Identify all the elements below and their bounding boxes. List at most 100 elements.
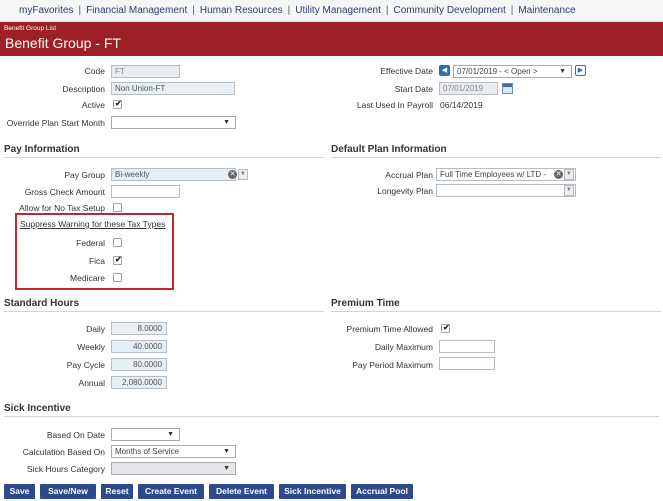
divider: [331, 157, 661, 158]
calculation-based-on-value: Months of Service: [115, 447, 180, 456]
calendar-icon[interactable]: [502, 83, 513, 94]
pay-group-label: Pay Group: [64, 170, 105, 180]
medicare-label: Medicare: [70, 273, 105, 283]
annual-label: Annual: [78, 378, 105, 388]
nav-separator: |: [385, 5, 389, 16]
checkmark-icon: ✔: [115, 255, 122, 264]
page-title: Benefit Group - FT: [5, 35, 121, 51]
gross-check-label: Gross Check Amount: [24, 187, 105, 197]
next-arrow-icon[interactable]: ▶: [575, 65, 586, 76]
based-on-date-select[interactable]: ▼: [111, 428, 180, 441]
active-checkbox[interactable]: ✔: [113, 99, 122, 109]
active-label: Active: [81, 100, 105, 110]
based-on-date-label: Based On Date: [46, 430, 105, 440]
premium-time-allowed-checkbox[interactable]: ✔: [441, 323, 450, 333]
daily-maximum-field[interactable]: [439, 340, 495, 353]
chevron-down-icon: ▼: [223, 119, 230, 126]
previous-arrow-icon[interactable]: ◀: [439, 65, 450, 76]
save-new-button[interactable]: Save/New: [40, 484, 96, 499]
nav-separator: |: [78, 5, 82, 16]
accrual-pool-button[interactable]: Accrual Pool: [351, 484, 413, 499]
daily-maximum-label: Daily Maximum: [374, 342, 433, 352]
nav-human-resources[interactable]: Human Resources: [200, 5, 283, 16]
chevron-down-icon[interactable]: ▼: [564, 169, 574, 180]
chevron-down-icon: ▼: [167, 431, 174, 438]
divider: [331, 311, 661, 312]
start-date-label: Start Date: [394, 84, 433, 94]
sick-incentive-button[interactable]: Sick Incentive: [279, 484, 346, 499]
federal-checkbox[interactable]: [113, 238, 122, 247]
delete-event-button[interactable]: Delete Event: [209, 484, 274, 499]
sick-hours-category-select[interactable]: ▼: [111, 462, 236, 475]
pay-group-field[interactable]: Bi-weekly: [111, 168, 236, 181]
premium-time-heading: Premium Time: [331, 298, 400, 309]
nav-maintenance[interactable]: Maintenance: [518, 5, 575, 16]
nav-separator: |: [287, 5, 291, 16]
last-used-value: 06/14/2019: [440, 100, 483, 110]
effective-date-value: 07/01/2019 - < Open >: [457, 67, 538, 76]
gross-check-field[interactable]: [111, 185, 180, 198]
pay-period-maximum-field[interactable]: [439, 357, 495, 370]
start-date-field[interactable]: 07/01/2019: [439, 82, 498, 95]
pay-information-heading: Pay Information: [4, 144, 80, 155]
default-plan-heading: Default Plan Information: [331, 144, 447, 155]
top-navigation: myFavorites | Financial Management | Human R…: [0, 0, 663, 22]
premium-time-allowed-label: Premium Time Allowed: [346, 324, 433, 334]
standard-hours-heading: Standard Hours: [4, 298, 80, 309]
clear-icon[interactable]: ✕: [554, 170, 563, 179]
nav-community-development[interactable]: Community Development: [393, 5, 505, 16]
chevron-down-icon[interactable]: ▼: [238, 169, 248, 180]
longevity-plan-label: Longevity Plan: [377, 186, 433, 196]
reset-button[interactable]: Reset: [101, 484, 133, 499]
no-tax-setup-label: Allow for No Tax Setup: [19, 203, 105, 213]
calculation-based-on-select[interactable]: Months of Service ▼: [111, 445, 236, 458]
weekly-hours-field[interactable]: 40.0000: [111, 340, 167, 353]
save-button[interactable]: Save: [4, 484, 35, 499]
description-label: Description: [62, 84, 105, 94]
pay-period-maximum-label: Pay Period Maximum: [352, 360, 433, 370]
code-label: Code: [84, 66, 105, 76]
federal-label: Federal: [76, 238, 105, 248]
checkmark-icon: ✔: [443, 323, 450, 332]
sick-incentive-heading: Sick Incentive: [4, 403, 71, 414]
effective-date-select[interactable]: 07/01/2019 - < Open > ▼: [453, 65, 572, 78]
chevron-down-icon: ▼: [559, 68, 566, 75]
suppress-warning-heading: Suppress Warning for these Tax Types: [20, 219, 166, 229]
chevron-down-icon[interactable]: ▼: [564, 185, 574, 196]
checkmark-icon: ✔: [115, 99, 122, 108]
daily-label: Daily: [86, 324, 105, 334]
longevity-plan-field[interactable]: [436, 184, 576, 197]
medicare-checkbox[interactable]: [113, 273, 122, 282]
override-plan-start-select[interactable]: ▼: [111, 116, 236, 129]
create-event-button[interactable]: Create Event: [138, 484, 204, 499]
nav-financial-management[interactable]: Financial Management: [86, 5, 187, 16]
breadcrumb[interactable]: Benefit Group List: [4, 25, 56, 32]
no-tax-setup-checkbox[interactable]: [113, 203, 122, 212]
fica-checkbox[interactable]: ✔: [113, 255, 122, 265]
description-field[interactable]: Non Union-FT: [111, 82, 235, 95]
accrual-plan-label: Accrual Plan: [385, 170, 433, 180]
weekly-label: Weekly: [77, 342, 105, 352]
chevron-down-icon: ▼: [223, 448, 230, 455]
last-used-label: Last Used In Payroll: [356, 100, 433, 110]
nav-utility-management[interactable]: Utility Management: [295, 5, 381, 16]
pay-cycle-hours-field[interactable]: 80.0000: [111, 358, 167, 371]
divider: [4, 157, 324, 158]
calculation-based-on-label: Calculation Based On: [22, 447, 105, 457]
fica-label: Fica: [88, 256, 105, 266]
divider: [4, 311, 324, 312]
annual-hours-field[interactable]: 2,080.0000: [111, 376, 167, 389]
override-plan-start-label: Override Plan Start Month: [6, 118, 105, 128]
effective-date-label: Effective Date: [380, 66, 433, 76]
nav-items: myFavorites | Financial Management | Human R…: [19, 5, 576, 16]
divider: [4, 416, 659, 417]
nav-my-favorites[interactable]: myFavorites: [19, 5, 73, 16]
code-field[interactable]: FT: [111, 65, 180, 78]
nav-separator: |: [510, 5, 514, 16]
sick-hours-category-label: Sick Hours Category: [27, 464, 105, 474]
daily-hours-field[interactable]: 8.0000: [111, 322, 167, 335]
nav-separator: |: [192, 5, 195, 16]
pay-cycle-label: Pay Cycle: [66, 360, 105, 370]
chevron-down-icon: ▼: [223, 465, 230, 472]
clear-icon[interactable]: ✕: [228, 170, 237, 179]
